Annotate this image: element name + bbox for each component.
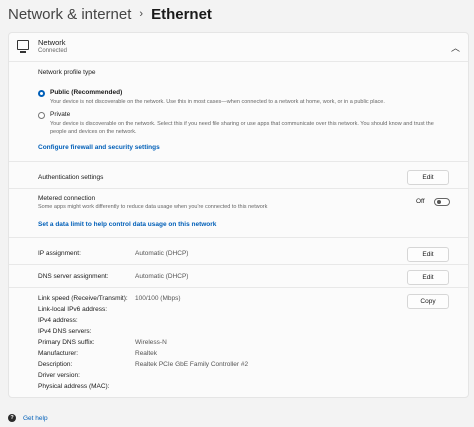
auth-edit-button[interactable]: Edit <box>407 170 449 185</box>
copy-button[interactable]: Copy <box>407 294 449 309</box>
ip-assignment-label: IP assignment: <box>38 250 81 257</box>
divider <box>9 264 468 265</box>
toggle-knob <box>436 200 441 205</box>
prop-label: Driver version: <box>38 372 80 379</box>
network-settings-panel: Network Connected ︿ Network profile type… <box>8 32 469 398</box>
private-description-1: Your device is discoverable on the netwo… <box>50 121 434 127</box>
breadcrumb: Network & internet › Ethernet <box>8 3 212 25</box>
prop-label: Primary DNS suffix: <box>38 339 95 346</box>
prop-value: Realtek PCIe GbE Family Controller #2 <box>135 361 249 368</box>
ip-assignment-value: Automatic (DHCP) <box>135 250 189 257</box>
dns-edit-button[interactable]: Edit <box>407 270 449 285</box>
prop-label: Description: <box>38 361 73 368</box>
metered-label: Metered connection <box>38 195 96 202</box>
prop-value: 100/100 (Mbps) <box>135 295 181 302</box>
divider <box>9 287 468 288</box>
public-label[interactable]: Public (Recommended) <box>50 89 122 96</box>
help-icon: ? <box>8 414 16 422</box>
private-radio[interactable] <box>38 112 45 119</box>
network-status: Connected <box>38 48 68 54</box>
dns-assignment-label: DNS server assignment: <box>38 273 109 280</box>
page-title: Ethernet <box>151 5 212 23</box>
prop-label: Link speed (Receive/Transmit): <box>38 295 128 302</box>
prop-label: Link-local IPv6 address: <box>38 306 108 313</box>
divider <box>9 237 468 238</box>
profile-heading: Network profile type <box>38 69 96 76</box>
prop-label: Manufacturer: <box>38 350 79 357</box>
metered-description: Some apps might work differently to redu… <box>38 204 268 210</box>
public-description: Your device is not discoverable on the n… <box>50 99 385 105</box>
breadcrumb-chevron-icon: › <box>139 8 144 20</box>
dns-assignment-value: Automatic (DHCP) <box>135 273 189 280</box>
prop-label: IPv4 DNS servers: <box>38 328 92 335</box>
divider <box>9 161 468 162</box>
prop-label: Physical address (MAC): <box>38 383 110 390</box>
firewall-settings-link[interactable]: Configure firewall and security settings <box>38 144 160 151</box>
ethernet-icon <box>17 40 29 53</box>
prop-value: Wireless-N <box>135 339 167 346</box>
public-radio[interactable] <box>38 90 45 97</box>
breadcrumb-network-internet[interactable]: Network & internet <box>8 6 131 23</box>
data-limit-link[interactable]: Set a data limit to help control data us… <box>38 221 216 228</box>
private-label[interactable]: Private <box>50 111 70 118</box>
divider <box>9 188 468 189</box>
auth-settings-label: Authentication settings <box>38 174 104 181</box>
get-help[interactable]: ? Get help <box>8 414 48 422</box>
get-help-link[interactable]: Get help <box>23 415 48 422</box>
chevron-up-icon[interactable]: ︿ <box>451 41 460 54</box>
metered-state: Off <box>416 198 425 205</box>
private-description-2: people and devices on the network. <box>50 129 137 135</box>
network-expander-header[interactable]: Network Connected ︿ <box>9 33 468 62</box>
ip-edit-button[interactable]: Edit <box>407 247 449 262</box>
network-title: Network <box>38 38 66 47</box>
metered-toggle[interactable] <box>434 198 450 206</box>
prop-label: IPv4 address: <box>38 317 78 324</box>
prop-value: Realtek <box>135 350 158 357</box>
